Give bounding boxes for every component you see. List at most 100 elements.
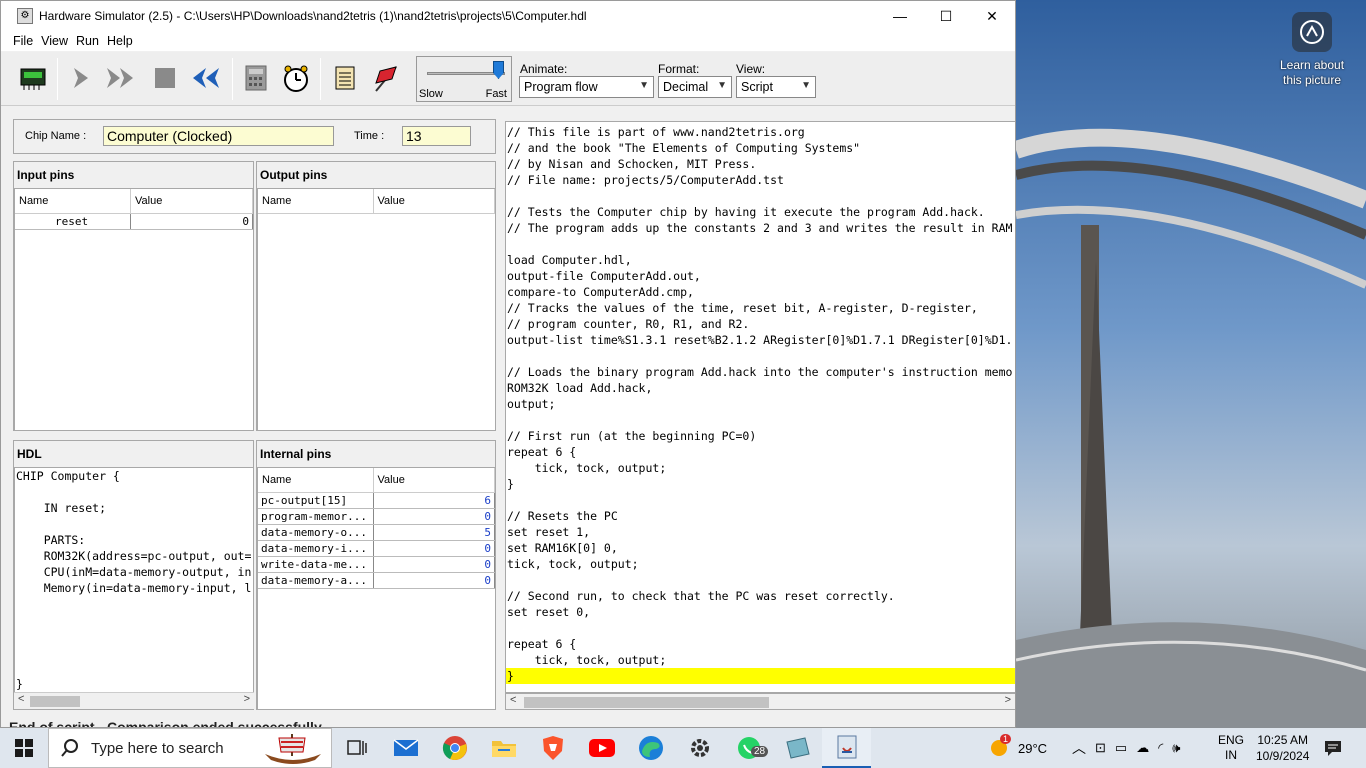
rewind-icon [193, 68, 219, 88]
time-field[interactable]: 13 [402, 126, 471, 146]
menu-file[interactable]: File [13, 34, 33, 48]
speed-slider-thumb[interactable] [493, 61, 504, 79]
notifications-button[interactable] [1324, 728, 1342, 768]
menu-run[interactable]: Run [76, 34, 99, 48]
maximize-button[interactable]: ☐ [923, 1, 969, 31]
cloud-icon[interactable]: ☁ [1136, 740, 1149, 756]
chevron-down-icon: ▼ [639, 80, 649, 91]
script-hscrollbar[interactable]: < > [505, 693, 1015, 710]
script-line: // Second run, to check that the PC was … [507, 589, 895, 603]
scroll-thumb[interactable] [524, 697, 769, 708]
view-select[interactable]: Script ▼ [736, 76, 816, 98]
java-app[interactable] [822, 728, 871, 768]
lang-secondary: IN [1225, 748, 1237, 762]
script-panel[interactable]: // This file is part of www.nand2tetris.… [505, 121, 1015, 693]
script-line: tick, tock, output; [507, 461, 667, 475]
breakpoints-button[interactable] [369, 60, 403, 96]
settings-app[interactable] [675, 728, 724, 768]
brave-app[interactable] [528, 728, 577, 768]
app-generic[interactable] [773, 728, 822, 768]
scroll-thumb[interactable] [30, 696, 80, 707]
script-line [506, 188, 1015, 204]
learn-about-picture[interactable]: Learn about this picture [1274, 12, 1350, 88]
scroll-left-icon[interactable]: < [510, 694, 516, 706]
speed-fast-label: Fast [485, 88, 507, 100]
internal-pins-panel: Internal pins Name Value pc-output[15] 6… [256, 440, 496, 710]
edge-app[interactable] [626, 728, 675, 768]
fast-forward-icon [107, 68, 133, 88]
table-row[interactable]: data-memory-o... 5 [258, 525, 495, 541]
app-icon: ⚙ [17, 8, 33, 24]
format-select[interactable]: Decimal ▼ [658, 76, 732, 98]
script-line: set reset 0, [507, 605, 591, 619]
close-button[interactable]: ✕ [969, 1, 1015, 31]
speaker-icon[interactable]: 🕪 [1172, 740, 1180, 756]
chip-name-field[interactable]: Computer (Clocked) [103, 126, 334, 146]
gear-icon [690, 739, 709, 757]
script-line: // Tracks the values of the time, reset … [507, 301, 978, 315]
battery-icon[interactable]: ▭ [1115, 740, 1127, 756]
pin-value[interactable]: 0 [131, 214, 253, 229]
flag-icon [375, 66, 397, 92]
scroll-right-icon[interactable]: > [244, 693, 250, 705]
output-pins-table: Name Value [257, 188, 496, 431]
language-indicator[interactable]: ENG IN [1218, 728, 1244, 768]
scroll-right-icon[interactable]: > [1005, 694, 1011, 706]
script-line: } [507, 477, 514, 491]
hdl-line [15, 484, 253, 500]
load-script-button[interactable] [328, 60, 362, 96]
pin-value: 5 [374, 525, 495, 540]
java-icon [837, 735, 856, 759]
hdl-panel: HDL CHIP Computer { IN reset; PARTS: ROM… [13, 440, 254, 710]
table-row[interactable]: pc-output[15] 6 [258, 493, 495, 509]
start-button[interactable] [0, 728, 48, 768]
youtube-app[interactable] [577, 728, 626, 768]
meet-now-icon[interactable]: ⊡ [1095, 740, 1106, 756]
menu-view[interactable]: View [41, 34, 68, 48]
scroll-left-icon[interactable]: < [18, 693, 24, 705]
internal-pins-title: Internal pins [260, 447, 332, 461]
clock-button[interactable] [279, 60, 313, 96]
minimize-button[interactable]: — [877, 1, 923, 31]
eval-button[interactable] [239, 60, 273, 96]
single-step-button[interactable] [64, 60, 98, 96]
stop-icon [155, 68, 175, 88]
chrome-app[interactable] [430, 728, 479, 768]
status-message: End of script - Comparison ended success… [9, 719, 322, 728]
menu-help[interactable]: Help [107, 34, 133, 48]
whatsapp-app[interactable]: 28 [724, 728, 773, 768]
wifi-icon[interactable]: ◜ [1158, 740, 1163, 756]
table-row[interactable]: program-memor... 0 [258, 509, 495, 525]
search-icon [61, 739, 78, 757]
hdl-line: ROM32K(address=pc-output, out= [16, 549, 252, 563]
whatsapp-badge: 28 [751, 746, 769, 757]
system-tray: ︿ ⊡ ▭ ☁ ◜ 🕪 [1072, 728, 1180, 768]
animate-select[interactable]: Program flow ▼ [519, 76, 654, 98]
script-line: // Tests the Computer chip by having it … [507, 205, 985, 219]
task-view-button[interactable] [332, 728, 381, 768]
file-explorer-app[interactable] [479, 728, 528, 768]
reset-button[interactable] [189, 60, 223, 96]
chevron-up-icon[interactable]: ︿ [1072, 738, 1086, 758]
table-row[interactable]: data-memory-i... 0 [258, 541, 495, 557]
hdl-line: CHIP Computer { [16, 469, 120, 483]
hdl-code[interactable]: CHIP Computer { IN reset; PARTS: ROM32K(… [14, 467, 254, 693]
table-row[interactable]: data-memory-a... 0 [258, 573, 495, 589]
script-line: // First run (at the beginning PC=0) [507, 429, 757, 443]
script-line: // program counter, R0, R1, and R2. [507, 317, 750, 331]
table-row[interactable]: write-data-me... 0 [258, 557, 495, 573]
load-chip-button[interactable] [16, 60, 50, 96]
script-line: set RAM16K[0] 0, [507, 541, 618, 555]
run-button[interactable] [104, 60, 138, 96]
clock[interactable]: 10:25 AM 10/9/2024 [1256, 728, 1309, 768]
speed-slider[interactable]: Slow Fast [416, 56, 512, 102]
viking-ship-icon [265, 734, 321, 764]
weather-widget[interactable]: 1 29°C [988, 728, 1047, 768]
stop-button[interactable] [148, 60, 182, 96]
task-view-icon [346, 740, 367, 755]
table-row[interactable]: reset 0 [15, 214, 253, 230]
hdl-hscrollbar[interactable]: < > [14, 692, 254, 709]
mail-app[interactable] [381, 728, 430, 768]
taskbar-search[interactable]: Type here to search [48, 728, 332, 768]
scroll-icon [335, 66, 355, 90]
